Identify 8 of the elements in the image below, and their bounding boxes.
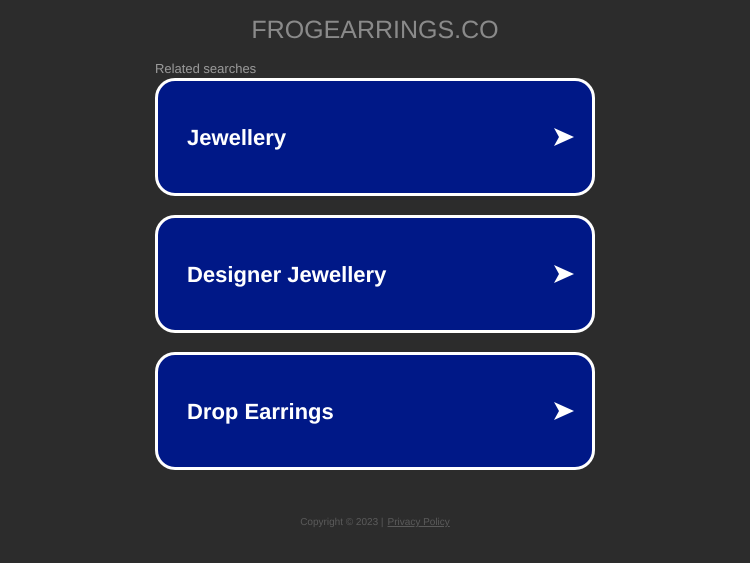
arrow-icon [554, 128, 574, 146]
search-link[interactable]: Designer Jewellery [155, 215, 595, 333]
search-link[interactable]: Drop Earrings [155, 352, 595, 470]
arrow-icon [554, 265, 574, 283]
search-link[interactable]: Jewellery [155, 78, 595, 196]
arrow-icon [554, 402, 574, 420]
site-title: FROGEARRINGS.CO [251, 15, 499, 45]
section-heading: Related searches [155, 61, 256, 77]
